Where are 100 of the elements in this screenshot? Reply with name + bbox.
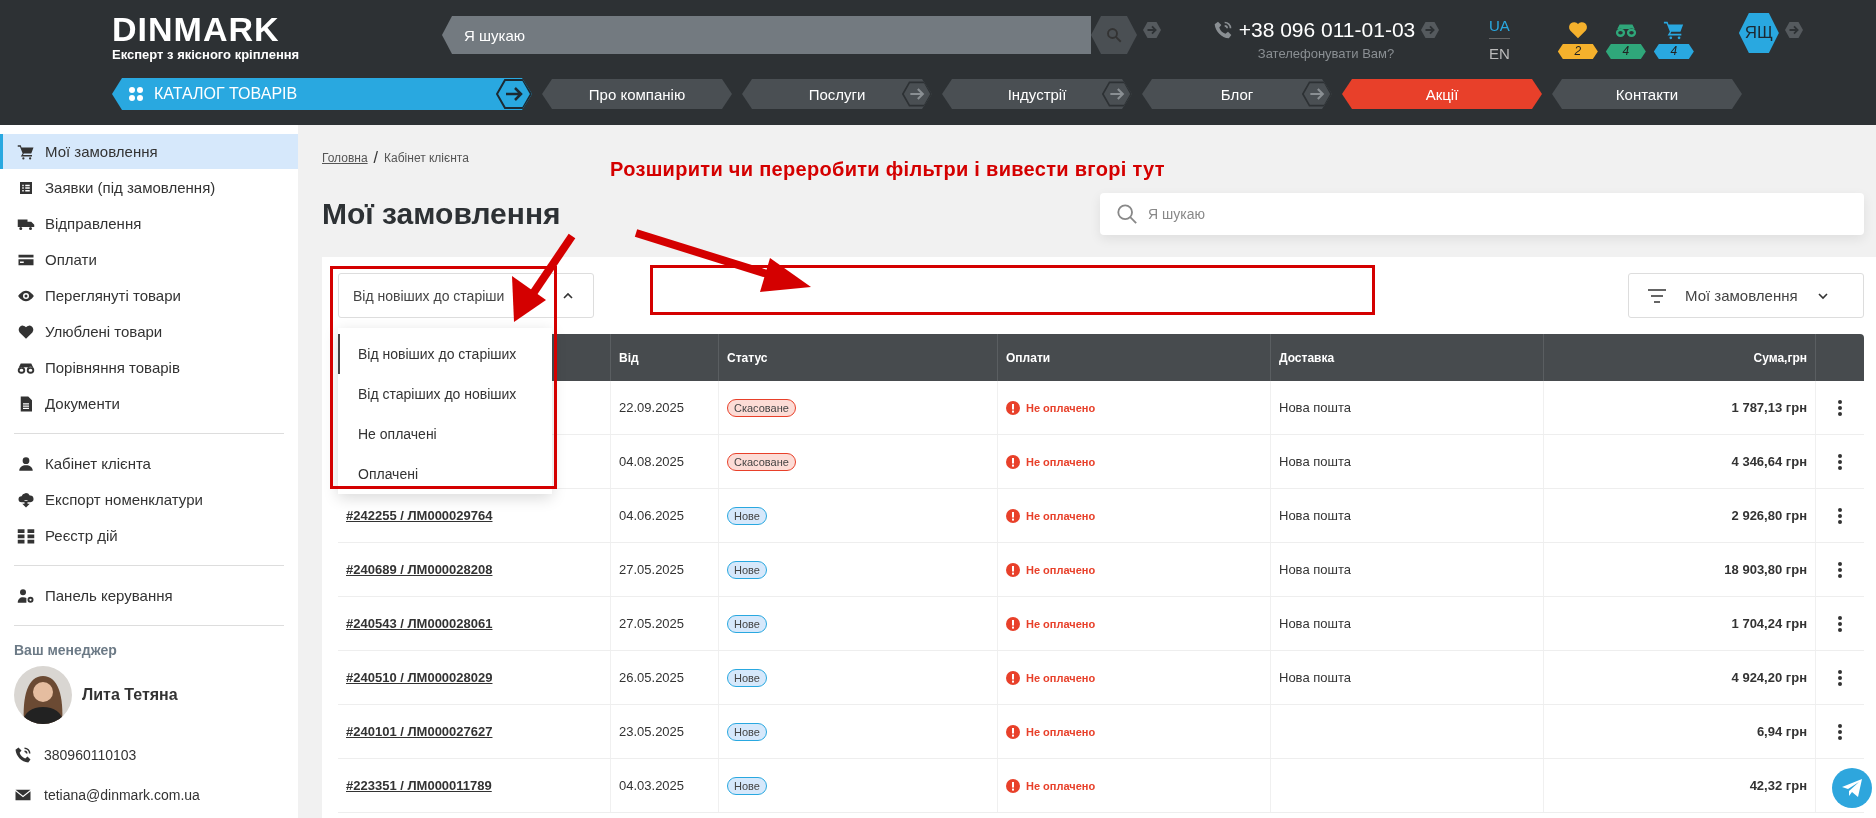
sidebar-item[interactable]: Відправлення [0, 206, 298, 241]
nav-item[interactable]: Про компанію [542, 79, 732, 109]
order-link[interactable]: #242255 / ЛМ000029764 [346, 508, 493, 523]
table-cell: Нова пошта [1279, 562, 1351, 577]
user-avatar[interactable]: ЯЩ [1738, 13, 1779, 53]
nav-item[interactable]: Послуги [742, 79, 932, 109]
logo[interactable]: DINMARK [112, 10, 442, 47]
sitemap-icon [17, 526, 35, 545]
sidebar-item[interactable]: Реєстр дій [0, 518, 298, 553]
status-badge: Нове [727, 614, 767, 633]
status-badge: Нове [727, 668, 767, 687]
sidebar-item[interactable]: Переглянуті товари [0, 278, 298, 313]
search-field[interactable]: Я шукаю [1100, 193, 1864, 235]
table-cell: 1 704,24 грн [1731, 616, 1807, 631]
nav-item[interactable]: Акції [1342, 79, 1542, 109]
paper-plane-icon [1841, 778, 1863, 798]
dropdown-option[interactable]: Оплачені [338, 454, 552, 494]
alert-icon [1006, 670, 1020, 685]
nav-item[interactable]: Індустрії [942, 79, 1132, 109]
table-cell: 42,32 грн [1749, 778, 1807, 793]
count-badge: 4 [1605, 44, 1646, 59]
sidebar-item[interactable]: Панель керування [0, 578, 298, 613]
phone-number[interactable]: +38 096 011-01-03 [1238, 17, 1416, 42]
more-icon[interactable] [1838, 561, 1842, 578]
more-icon[interactable] [1838, 615, 1842, 632]
phone-icon [14, 746, 32, 764]
arrow-icon[interactable] [902, 79, 932, 109]
nav-item[interactable]: Блог [1142, 79, 1332, 109]
search-field[interactable]: Я шукаю [442, 16, 1091, 54]
sidebar-item[interactable]: Експорт номенклатури [0, 482, 298, 517]
table-cell: 6,94 грн [1756, 724, 1807, 739]
table-cell: Нова пошта [1279, 400, 1351, 415]
sidebar-item[interactable]: Документи [0, 386, 298, 421]
table-cell: 4 924,20 грн [1731, 670, 1807, 685]
order-link[interactable]: #240689 / ЛМ000028208 [346, 562, 493, 577]
breadcrumb-link[interactable]: Головна [322, 151, 368, 165]
status-badge: Нове [727, 722, 767, 741]
arrow-icon[interactable] [496, 79, 532, 109]
order-link[interactable]: #240101 / ЛМ000027627 [346, 724, 493, 739]
more-icon[interactable] [1838, 669, 1842, 686]
phone-icon [1212, 19, 1233, 40]
manager-email[interactable]: tetiana@dinmark.com.ua [44, 787, 200, 803]
status-badge: Нове [727, 560, 767, 579]
cloud-download-icon [17, 490, 35, 509]
manager-phone[interactable]: 380960110103 [44, 747, 137, 763]
table-cell: 27.05.2025 [619, 562, 685, 577]
column-header: Сума,грн [1753, 350, 1807, 365]
orders-filter-button[interactable]: Мої замовлення [1628, 273, 1864, 318]
table-cell: 18 903,80 грн [1724, 562, 1807, 577]
order-link[interactable]: #223351 / ЛМ000011789 [346, 778, 492, 793]
more-icon[interactable] [1838, 723, 1842, 740]
more-icon[interactable] [1838, 399, 1842, 416]
sidebar-item[interactable]: Мої замовлення [0, 134, 298, 169]
arrow-icon[interactable] [1302, 79, 1332, 109]
status-badge: Скасоване [727, 398, 796, 417]
table-cell: 1 787,13 грн [1731, 400, 1807, 415]
annotation-text: Розширити чи переробити фільтри і вивести вгорі тут [610, 158, 1165, 181]
cart-icon[interactable] [1661, 19, 1686, 41]
more-icon[interactable] [1838, 453, 1842, 470]
alert-icon [1006, 778, 1020, 793]
order-link[interactable]: #240510 / ЛМ000028029 [346, 670, 493, 685]
column-header: Від [619, 350, 639, 365]
payment-status: Не оплачено [1026, 455, 1096, 468]
sidebar-item[interactable]: Оплати [0, 242, 298, 277]
dropdown-option[interactable]: Від старіших до новіших [338, 374, 552, 414]
table-cell: 04.06.2025 [619, 508, 685, 523]
table-cell: 2 926,80 грн [1731, 508, 1807, 523]
dropdown-option[interactable]: Не оплачені [338, 414, 552, 454]
search-icon [1105, 26, 1123, 44]
sidebar-item[interactable]: Заявки (під замовлення) [0, 170, 298, 205]
sort-select[interactable]: Від новіших до старіши [338, 273, 594, 318]
sidebar-item[interactable]: Порівняння товарів [0, 350, 298, 385]
language-option[interactable]: UA [1489, 16, 1510, 39]
payment-status: Не оплачено [1026, 509, 1096, 522]
callback-link[interactable]: Зателефонувати Вам? [1257, 45, 1395, 61]
table-cell: 22.09.2025 [619, 400, 685, 415]
alert-icon [1006, 562, 1020, 577]
alert-icon [1006, 616, 1020, 631]
table-cell: Нова пошта [1279, 454, 1351, 469]
tagline: Експерт з якісного кріплення [112, 46, 301, 62]
table-cell: 4 346,64 грн [1731, 454, 1807, 469]
alert-icon [1006, 724, 1020, 739]
language-option[interactable]: EN [1489, 44, 1510, 62]
table-cell: Нова пошта [1279, 670, 1351, 685]
sidebar-item[interactable]: Кабінет клієнта [0, 446, 298, 481]
payment-status: Не оплачено [1026, 401, 1096, 414]
alert-icon [1006, 508, 1020, 523]
alert-icon [1006, 400, 1020, 415]
payment-status: Не оплачено [1026, 779, 1096, 792]
count-badge: 4 [1653, 44, 1694, 59]
status-badge: Нове [727, 776, 767, 795]
column-header: Доставка [1279, 350, 1335, 365]
manager-name: Лита Тетяна [82, 686, 178, 704]
payment-status: Не оплачено [1026, 671, 1096, 684]
status-badge: Нове [727, 506, 767, 525]
order-link[interactable]: #240543 / ЛМ000028061 [346, 616, 493, 631]
sidebar-item[interactable]: Улюблені товари [0, 314, 298, 349]
nav-item[interactable]: Контакти [1552, 79, 1742, 109]
more-icon[interactable] [1838, 507, 1842, 524]
arrow-icon[interactable] [1102, 79, 1132, 109]
